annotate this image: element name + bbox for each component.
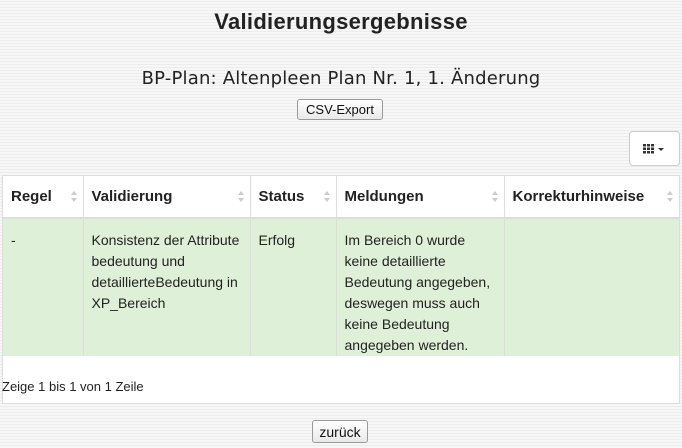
column-header-label: Status xyxy=(258,188,305,205)
sort-icon xyxy=(491,191,498,202)
column-header-label: Meldungen xyxy=(344,188,424,205)
cell-status: Erfolg xyxy=(250,218,337,356)
caret-down-icon xyxy=(658,148,664,151)
table-row: - Konsistenz der Attribute bedeutung und… xyxy=(3,218,679,356)
column-header-validierung[interactable]: Validierung xyxy=(83,176,251,219)
csv-export-button[interactable]: CSV-Export xyxy=(297,99,383,120)
cell-validierung: Konsistenz der Attribute bedeutung und d… xyxy=(83,218,251,356)
pagination-info: Zeige 1 bis 1 von 1 Zeile xyxy=(2,379,144,394)
page-title: Validierungsergebnisse xyxy=(214,9,468,34)
cell-meldungen: Im Bereich 0 wurde keine detaillierte Be… xyxy=(336,218,505,356)
column-header-regel[interactable]: Regel xyxy=(3,176,84,219)
sort-icon xyxy=(323,191,330,202)
table-header-row: Regel Validierung Status Meldungen Korre… xyxy=(3,176,679,219)
back-button[interactable]: zurück xyxy=(312,420,368,443)
sort-icon xyxy=(667,191,673,202)
sort-icon xyxy=(70,191,77,202)
results-table-container: Regel Validierung Status Meldungen Korre… xyxy=(2,175,680,404)
column-header-status[interactable]: Status xyxy=(250,176,337,219)
column-header-label: Regel xyxy=(11,188,52,205)
column-header-korrekturhinweise[interactable]: Korrekturhinweise xyxy=(504,176,679,219)
plan-subtitle: BP-Plan: Altenpleen Plan Nr. 1, 1. Änder… xyxy=(141,68,541,89)
columns-toggle-button[interactable] xyxy=(629,131,680,166)
results-table: Regel Validierung Status Meldungen Korre… xyxy=(3,176,679,356)
column-header-meldungen[interactable]: Meldungen xyxy=(336,176,505,219)
sort-icon xyxy=(237,191,244,202)
cell-regel: - xyxy=(3,218,84,356)
column-header-label: Korrekturhinweise xyxy=(512,188,645,205)
column-header-label: Validierung xyxy=(91,188,173,205)
cell-korrekturhinweise xyxy=(504,218,679,356)
grid-icon xyxy=(643,144,664,154)
